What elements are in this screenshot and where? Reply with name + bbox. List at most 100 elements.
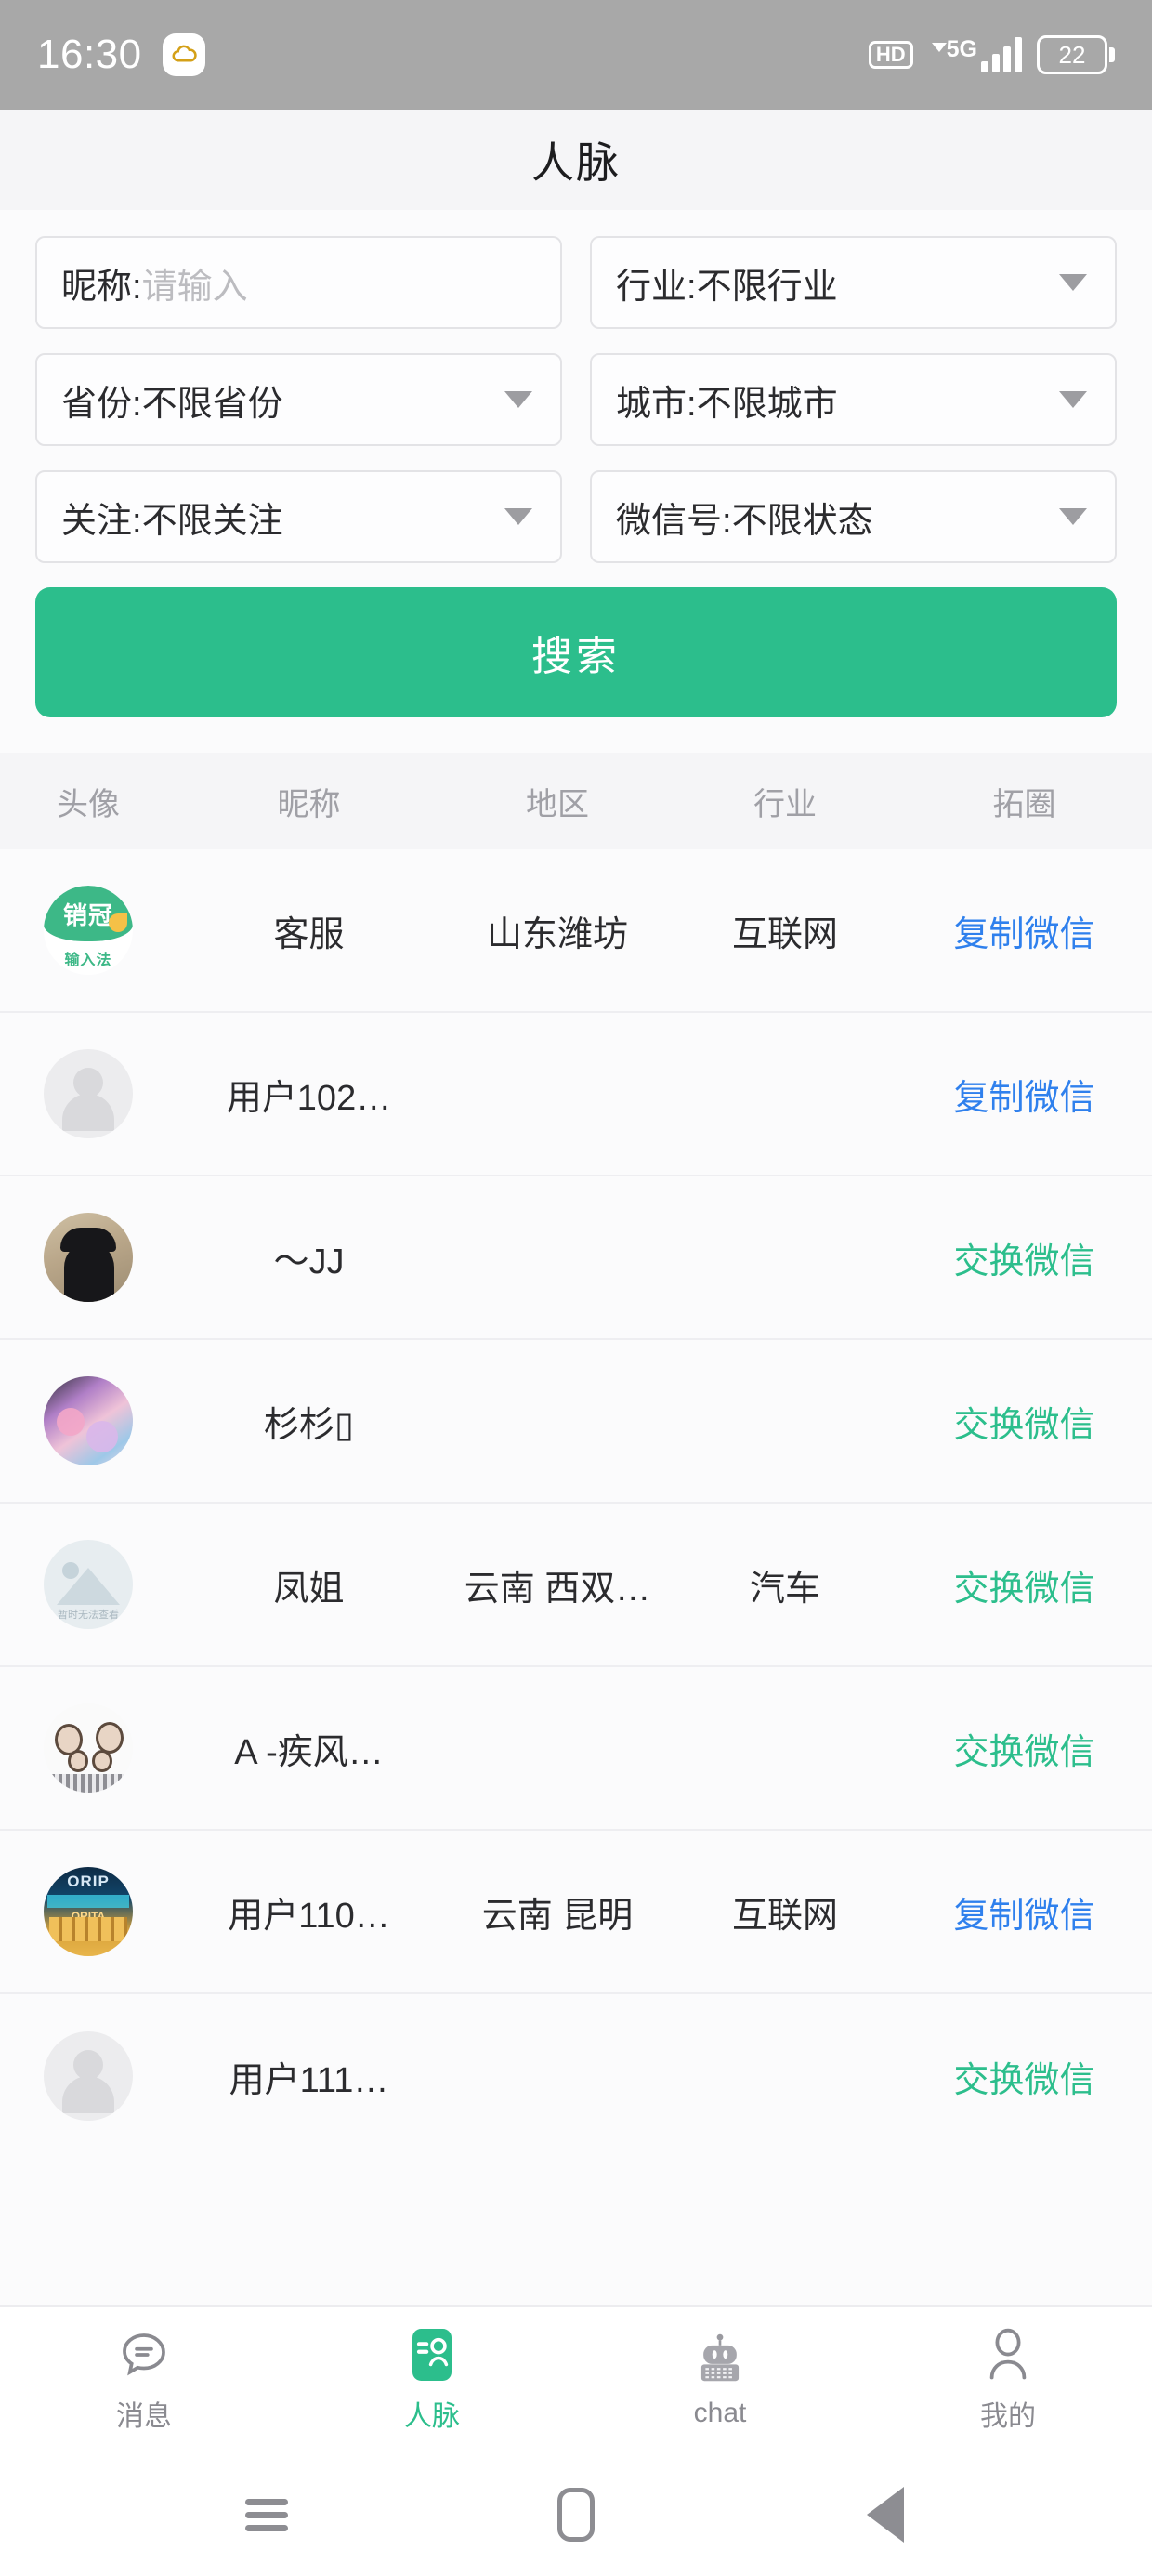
robot-icon: [693, 2331, 747, 2388]
network-label: 5G: [946, 36, 977, 62]
column-header-action: 拓圈: [992, 786, 1056, 822]
table-row[interactable]: 用户102… 复制微信: [0, 1013, 1152, 1176]
filter-panel: 昵称: 请输入 行业: 不限行业 省份: 不限省份 城市: 不限城市 关注: 不…: [0, 210, 1152, 753]
menu-icon[interactable]: [216, 2477, 318, 2552]
wechat-status-label: 微信号:: [616, 501, 732, 541]
nickname-label: 昵称:: [61, 267, 142, 307]
row-nickname: 用户110…: [228, 1896, 390, 1936]
chevron-down-icon: [1059, 274, 1087, 291]
follow-label: 关注:: [61, 501, 142, 541]
tab-chat[interactable]: chat: [576, 2331, 864, 2429]
chevron-down-icon: [1059, 391, 1087, 408]
table-row[interactable]: A -疾风… 交换微信: [0, 1667, 1152, 1831]
network-indicator: 5G: [928, 37, 1022, 72]
wechat-status-value: 不限状态: [731, 501, 873, 541]
status-bar-left: 16:30: [37, 32, 205, 78]
row-action-button[interactable]: 复制微信: [953, 915, 1094, 954]
table-header: 头像 昵称 地区 行业 拓圈: [0, 753, 1152, 849]
column-header-nickname: 昵称: [277, 786, 341, 822]
cloud-sync-icon: [162, 33, 205, 76]
row-nickname: 客服: [273, 914, 345, 954]
table-row[interactable]: ORIP ORITA 用户110… 云南 昆明 互联网 复制微信: [0, 1831, 1152, 1994]
industry-value: 不限行业: [696, 267, 838, 307]
tab-contacts[interactable]: 人脉: [288, 2326, 576, 2434]
table-row[interactable]: 暂时无法查看 凤姐 云南 西双… 汽车 交换微信: [0, 1504, 1152, 1667]
message-bubble-icon: [118, 2326, 170, 2384]
avatar[interactable]: [0, 1213, 177, 1302]
row-nickname: 用户111…: [229, 2060, 389, 2100]
table-row[interactable]: ～JJ 交换微信: [0, 1176, 1152, 1340]
tab-profile[interactable]: 我的: [864, 2326, 1152, 2434]
industry-label: 行业:: [616, 267, 697, 307]
row-region: 云南 西双…: [464, 1569, 651, 1609]
row-industry: 汽车: [749, 1569, 820, 1609]
filter-row-3: 关注: 不限关注 微信号: 不限状态: [35, 470, 1117, 563]
avatar[interactable]: [0, 1376, 177, 1465]
battery-icon: 22: [1037, 35, 1115, 74]
signal-bars-icon: [981, 37, 1022, 72]
nickname-placeholder: 请输入: [141, 267, 248, 307]
bottom-tab-bar: 消息 人脉 chat 我的: [0, 2305, 1152, 2453]
chevron-down-icon: [504, 391, 532, 408]
row-industry: 互联网: [731, 914, 838, 954]
row-action-button[interactable]: 交换微信: [953, 1242, 1094, 1281]
avatar[interactable]: [0, 1049, 177, 1138]
avatar[interactable]: ORIP ORITA: [0, 1867, 177, 1956]
province-select[interactable]: 省份: 不限省份: [35, 353, 562, 446]
city-label: 城市:: [616, 384, 697, 424]
row-action-button[interactable]: 复制微信: [953, 1079, 1094, 1118]
row-region: 云南 昆明: [481, 1896, 634, 1936]
filter-row-2: 省份: 不限省份 城市: 不限城市: [35, 353, 1117, 446]
status-bar-right: HD 5G 22: [868, 35, 1115, 74]
follow-select[interactable]: 关注: 不限关注: [35, 470, 562, 563]
province-label: 省份:: [61, 384, 142, 424]
row-nickname: 凤姐: [273, 1569, 345, 1609]
table-row[interactable]: 销冠 输入法 客服 山东潍坊 互联网 复制微信: [0, 849, 1152, 1013]
avatar[interactable]: 销冠 输入法: [0, 886, 177, 975]
home-icon[interactable]: [525, 2477, 627, 2552]
city-select[interactable]: 城市: 不限城市: [590, 353, 1117, 446]
tab-label-contacts: 人脉: [404, 2401, 460, 2432]
tab-label-messages: 消息: [116, 2401, 172, 2432]
contacts-card-icon: [406, 2326, 458, 2384]
row-industry: 互联网: [731, 1896, 838, 1936]
row-action-button[interactable]: 交换微信: [953, 2061, 1094, 2100]
avatar[interactable]: 暂时无法查看: [0, 1540, 177, 1629]
nickname-input[interactable]: 昵称: 请输入: [35, 236, 562, 329]
industry-select[interactable]: 行业: 不限行业: [590, 236, 1117, 329]
page-header: 人脉: [0, 110, 1152, 210]
table-row[interactable]: 杉杉▯ 交换微信: [0, 1340, 1152, 1504]
tab-label-profile: 我的: [980, 2401, 1036, 2432]
contact-list: 销冠 输入法 客服 山东潍坊 互联网 复制微信 用户102… 复制微信 ～JJ 交换微信 杉杉▯ 交换…: [0, 849, 1152, 2158]
column-header-industry: 行业: [753, 786, 817, 822]
filter-row-1: 昵称: 请输入 行业: 不限行业: [35, 236, 1117, 329]
row-action-button[interactable]: 交换微信: [953, 1570, 1094, 1609]
row-action-button[interactable]: 复制微信: [953, 1897, 1094, 1936]
network-arrow-icon: [931, 43, 947, 52]
chevron-down-icon: [504, 508, 532, 525]
follow-value: 不限关注: [141, 501, 283, 541]
back-icon[interactable]: [834, 2477, 936, 2552]
chevron-down-icon: [1059, 508, 1087, 525]
table-row[interactable]: 用户111… 交换微信: [0, 1994, 1152, 2158]
hd-icon: HD: [868, 41, 913, 69]
page-title: 人脉: [531, 138, 621, 187]
avatar[interactable]: [0, 1703, 177, 1793]
battery-level: 22: [1058, 40, 1086, 69]
row-nickname: A -疾风…: [234, 1732, 384, 1772]
tab-label-chat: chat: [693, 2398, 747, 2428]
tab-messages[interactable]: 消息: [0, 2326, 288, 2434]
app-screen: 16:30 HD 5G 22 人脉 昵称: 请输入 行业: 不限行业 省份: 不…: [0, 0, 1152, 2576]
search-button[interactable]: 搜索: [35, 587, 1117, 717]
wechat-status-select[interactable]: 微信号: 不限状态: [590, 470, 1117, 563]
row-nickname: ～JJ: [273, 1242, 345, 1281]
avatar[interactable]: [0, 2031, 177, 2121]
row-nickname: 杉杉▯: [264, 1405, 354, 1445]
system-nav-bar: [0, 2453, 1152, 2576]
row-action-button[interactable]: 交换微信: [953, 1406, 1094, 1445]
status-time: 16:30: [37, 32, 142, 77]
city-value: 不限城市: [696, 384, 838, 424]
person-icon: [983, 2326, 1033, 2384]
column-header-avatar: 头像: [57, 786, 120, 822]
row-action-button[interactable]: 交换微信: [953, 1733, 1094, 1772]
